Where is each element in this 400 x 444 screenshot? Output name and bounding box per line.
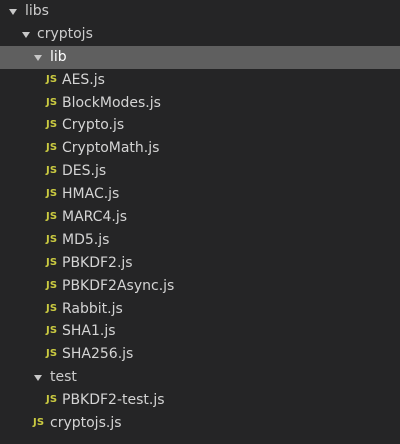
file-item[interactable]: JS BlockModes.js xyxy=(0,92,400,115)
folder-lib[interactable]: lib xyxy=(0,45,400,69)
file-label: AES.js xyxy=(62,71,105,88)
file-label: MD5.js xyxy=(62,231,110,248)
file-item[interactable]: JS PBKDF2-test.js xyxy=(0,389,400,412)
file-item[interactable]: JS MD5.js xyxy=(0,229,400,252)
js-file-icon: JS xyxy=(46,394,58,406)
file-item[interactable]: JS CryptoMath.js xyxy=(0,137,400,160)
folder-libs[interactable]: libs xyxy=(0,0,400,23)
file-label: Crypto.js xyxy=(62,117,125,134)
file-item[interactable]: JS HMAC.js xyxy=(0,183,400,206)
file-label: PBKDF2.js xyxy=(62,254,133,271)
js-file-icon: JS xyxy=(46,142,58,154)
folder-label: libs xyxy=(25,3,49,19)
file-label: MARC4.js xyxy=(62,209,128,226)
file-label: PBKDF2-test.js xyxy=(62,392,165,409)
folder-label: test xyxy=(50,369,77,386)
file-item[interactable]: JS AES.js xyxy=(0,69,400,92)
chevron-down-icon[interactable] xyxy=(33,366,43,389)
file-label: DES.js xyxy=(62,163,107,180)
js-file-icon: JS xyxy=(46,279,58,291)
js-file-icon: JS xyxy=(46,188,58,200)
js-file-icon: JS xyxy=(46,302,58,314)
file-item[interactable]: JS PBKDF2.js xyxy=(0,252,400,275)
js-file-icon: JS xyxy=(46,96,58,108)
file-label: SHA256.js xyxy=(62,346,134,363)
file-label: Rabbit.js xyxy=(62,300,123,317)
file-label: CryptoMath.js xyxy=(62,140,160,157)
file-item[interactable]: JS DES.js xyxy=(0,160,400,183)
chevron-down-icon[interactable] xyxy=(21,23,31,46)
folder-label: cryptojs xyxy=(37,25,93,42)
file-label: PBKDF2Async.js xyxy=(62,277,175,294)
folder-test[interactable]: test xyxy=(0,366,400,389)
js-file-icon: JS xyxy=(46,165,58,177)
file-item[interactable]: JS Crypto.js xyxy=(0,114,400,137)
js-file-icon: JS xyxy=(46,211,58,223)
chevron-down-icon[interactable] xyxy=(8,0,18,23)
file-item[interactable]: JS MARC4.js xyxy=(0,206,400,229)
js-file-icon: JS xyxy=(46,73,58,85)
js-file-icon: JS xyxy=(33,417,45,429)
file-item[interactable]: JS cryptojs.js xyxy=(0,412,400,435)
file-label: HMAC.js xyxy=(62,186,120,203)
file-item[interactable]: JS SHA256.js xyxy=(0,343,400,366)
file-item[interactable]: JS PBKDF2Async.js xyxy=(0,275,400,298)
file-item[interactable]: JS SHA1.js xyxy=(0,320,400,343)
file-label: cryptojs.js xyxy=(50,415,122,432)
chevron-down-icon[interactable] xyxy=(33,46,43,69)
folder-cryptojs[interactable]: cryptojs xyxy=(0,23,400,46)
file-label: BlockModes.js xyxy=(62,94,161,111)
folder-label: lib xyxy=(50,48,67,65)
file-item[interactable]: JS Rabbit.js xyxy=(0,298,400,321)
js-file-icon: JS xyxy=(46,119,58,131)
file-label: SHA1.js xyxy=(62,323,116,340)
js-file-icon: JS xyxy=(46,348,58,360)
js-file-icon: JS xyxy=(46,233,58,245)
file-explorer-tree: libs cryptojs lib JS AES.js JS BlockMode… xyxy=(0,0,400,444)
js-file-icon: JS xyxy=(46,325,58,337)
js-file-icon: JS xyxy=(46,256,58,268)
